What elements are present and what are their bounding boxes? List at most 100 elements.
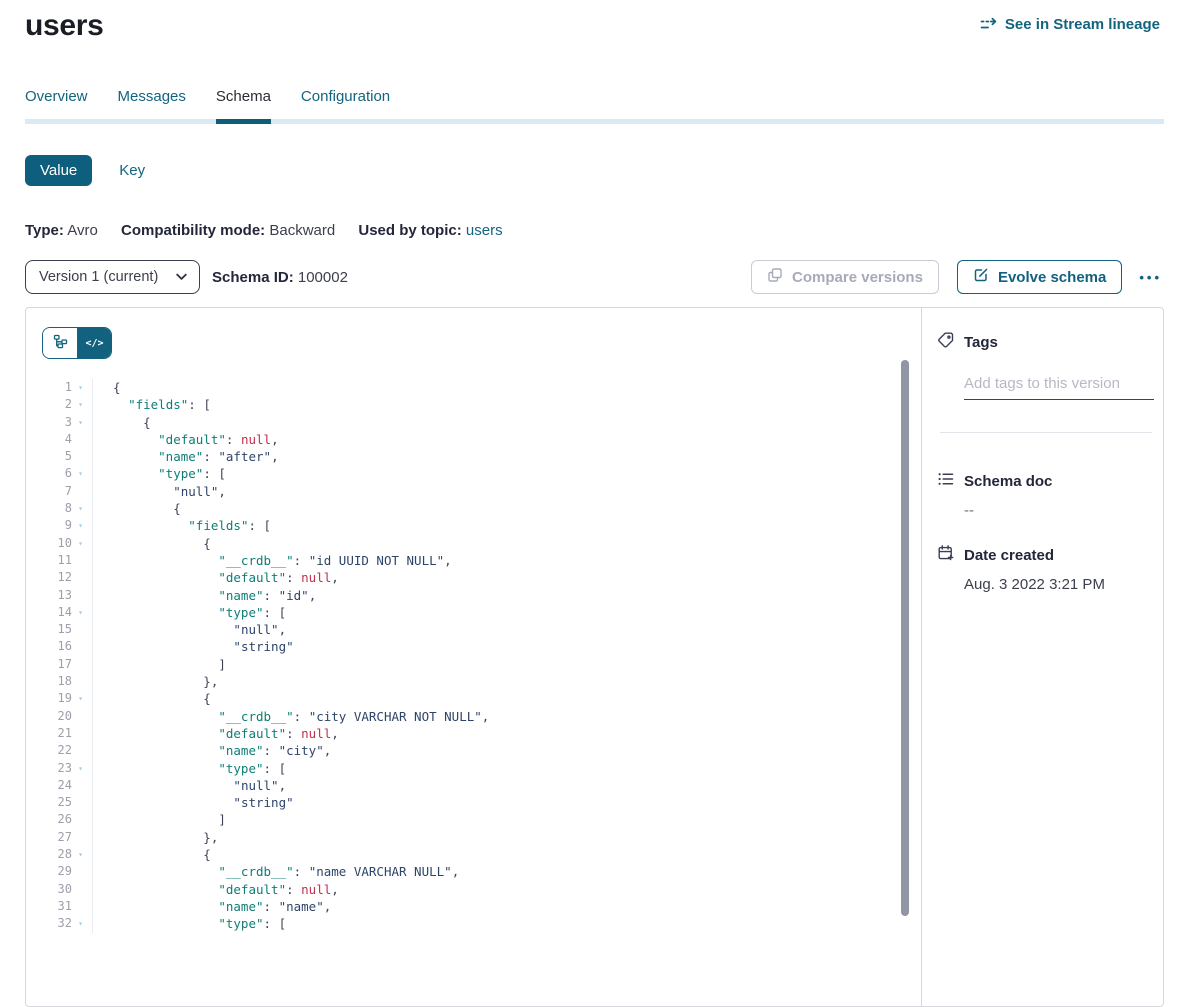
tab-schema[interactable]: Schema [216,88,271,105]
meta-compat-label: Compatibility mode: [121,222,265,239]
code-text: { [92,500,181,517]
code-line: 5 "name": "after", [42,448,921,465]
code-text: "__crdb__": "name VARCHAR NULL", [92,863,459,880]
tab-overview[interactable]: Overview [25,88,88,105]
code-line: 23▾ "type": [ [42,760,921,777]
line-number: 31 [42,898,72,915]
fold-toggle-icon[interactable]: ▾ [72,379,89,396]
line-number: 19 [42,690,72,707]
code-line: 28▾ { [42,846,921,863]
line-number: 26 [42,811,72,828]
code-text: { [92,846,211,863]
code-line: 8▾ { [42,500,921,517]
code-line: 15 "null", [42,621,921,638]
schema-doc-heading: Schema doc [964,473,1052,490]
code-line: 17 ] [42,656,921,673]
code-line: 3▾ { [42,414,921,431]
version-select[interactable]: Version 1 (current) [25,260,200,294]
code-line: 2▾ "fields": [ [42,396,921,413]
code-line: 30 "default": null, [42,881,921,898]
line-number: 18 [42,673,72,690]
code-text: "null", [92,621,286,638]
line-number: 3 [42,414,72,431]
meta-type-label: Type: [25,222,64,239]
code-text: "fields": [ [92,517,271,534]
code-text: "name": "id", [92,587,316,604]
fold-toggle-icon[interactable]: ▾ [72,535,89,552]
tab-configuration[interactable]: Configuration [301,88,390,105]
line-number: 11 [42,552,72,569]
line-number: 6 [42,465,72,482]
meta-type: Type: Avro [25,222,98,239]
compare-versions-button[interactable]: Compare versions [751,260,939,294]
fold-toggle-icon[interactable]: ▾ [72,500,89,517]
schema-doc-section: Schema doc -- [937,470,1154,519]
schema-id-value: 100002 [298,269,348,286]
meta-topic: Used by topic: users [358,222,502,239]
tree-view-button[interactable] [43,328,77,358]
fold-toggle-icon[interactable]: ▾ [72,517,89,534]
code-line: 31 "name": "name", [42,898,921,915]
code-text: }, [92,829,218,846]
tab-messages[interactable]: Messages [118,88,186,105]
code-line: 22 "name": "city", [42,742,921,759]
fold-toggle-icon[interactable]: ▾ [72,604,89,621]
edit-icon [973,267,989,287]
fold-spacer [72,742,89,759]
value-toggle-button[interactable]: Value [25,155,92,186]
line-number: 16 [42,638,72,655]
key-toggle-link[interactable]: Key [119,162,145,179]
line-number: 29 [42,863,72,880]
version-select-value: Version 1 (current) [39,269,158,285]
fold-toggle-icon[interactable]: ▾ [72,414,89,431]
schema-doc-value: -- [964,502,1154,519]
sidebar-divider [940,432,1152,433]
add-tags-input[interactable] [964,375,1154,400]
line-number: 13 [42,587,72,604]
code-lines[interactable]: 1▾{2▾ "fields": [3▾ {4 "default": null,5… [42,379,921,933]
code-line: 26 ] [42,811,921,828]
fold-toggle-icon[interactable]: ▾ [72,690,89,707]
fold-toggle-icon[interactable]: ▾ [72,846,89,863]
code-line: 29 "__crdb__": "name VARCHAR NULL", [42,863,921,880]
code-text: { [92,690,211,707]
line-number: 8 [42,500,72,517]
fold-spacer [72,811,89,828]
code-text: "string" [92,638,294,655]
code-text: "__crdb__": "id UUID NOT NULL", [92,552,452,569]
fold-toggle-icon[interactable]: ▾ [72,915,89,932]
schema-sidebar: Tags Schema doc -- [921,308,1170,1006]
line-number: 20 [42,708,72,725]
code-text: "type": [ [92,604,286,621]
code-text: "default": null, [92,881,339,898]
code-line: 24 "null", [42,777,921,794]
fold-toggle-icon[interactable]: ▾ [72,396,89,413]
evolve-schema-button[interactable]: Evolve schema [957,260,1122,294]
code-view-icon: </> [85,338,103,349]
code-text: "name": "after", [92,448,279,465]
tags-heading: Tags [964,334,998,351]
code-view-button[interactable]: </> [77,328,111,358]
code-text: "type": [ [92,465,226,482]
stream-lineage-label: See in Stream lineage [1005,16,1160,33]
fold-spacer [72,448,89,465]
code-text: { [92,535,211,552]
chevron-down-icon [176,269,187,285]
code-scrollbar-thumb[interactable] [901,360,909,916]
code-line: 7 "null", [42,483,921,500]
code-line: 9▾ "fields": [ [42,517,921,534]
fold-toggle-icon[interactable]: ▾ [72,465,89,482]
used-by-topic-link[interactable]: users [466,222,503,239]
code-line: 11 "__crdb__": "id UUID NOT NULL", [42,552,921,569]
fold-spacer [72,777,89,794]
fold-toggle-icon[interactable]: ▾ [72,760,89,777]
schema-panel: </> 1▾{2▾ "fields": [3▾ {4 "default": nu… [25,307,1164,1007]
stream-lineage-link[interactable]: See in Stream lineage [980,16,1160,33]
code-text: }, [92,673,218,690]
fold-spacer [72,898,89,915]
code-line: 20 "__crdb__": "city VARCHAR NOT NULL", [42,708,921,725]
line-number: 28 [42,846,72,863]
page-header: users See in Stream lineage [0,0,1189,44]
code-text: "default": null, [92,431,279,448]
more-actions-button[interactable]: ••• [1137,266,1164,289]
